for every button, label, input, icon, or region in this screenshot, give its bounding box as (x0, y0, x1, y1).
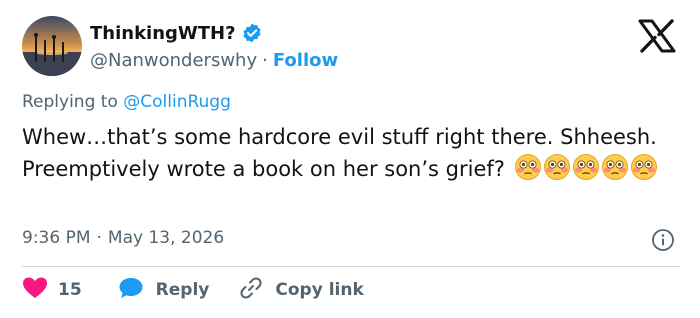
flushed-face-emoji-icon (601, 154, 628, 180)
display-name[interactable]: ThinkingWTH? (90, 23, 236, 44)
copy-link-button[interactable]: Copy link (239, 276, 364, 305)
reply-label: Reply (155, 280, 210, 300)
author-handle-row: @Nanwonderswhy · Follow (90, 48, 338, 72)
action-bar: 15 Reply Copy link (22, 276, 364, 304)
reply-bubble-icon (118, 276, 144, 305)
flushed-face-emoji-icon (543, 154, 570, 180)
reply-prefix: Replying to (22, 92, 118, 112)
reply-button[interactable]: Reply (118, 276, 210, 305)
flushed-face-emoji-icon (514, 154, 541, 180)
copy-link-label: Copy link (275, 280, 364, 300)
x-logo-icon[interactable] (638, 19, 676, 53)
tweet-timestamp[interactable]: 9:36 PM · May 13, 2026 (22, 228, 224, 248)
reply-mention-link[interactable]: @CollinRugg (123, 92, 231, 112)
avatar-image (22, 16, 82, 76)
time-separator: · (96, 228, 102, 248)
reply-context: Replying to @CollinRugg (22, 92, 231, 112)
link-icon (239, 276, 263, 305)
follow-button[interactable]: Follow (273, 50, 338, 71)
tweet-date: May 13, 2026 (107, 228, 225, 248)
info-icon[interactable] (651, 228, 675, 252)
avatar[interactable] (22, 16, 82, 76)
author-name-row[interactable]: ThinkingWTH? (90, 21, 263, 45)
divider (22, 266, 680, 267)
flushed-face-emoji-icon (630, 154, 657, 180)
flushed-face-emoji-icon (572, 154, 599, 180)
verified-badge-icon (241, 22, 263, 44)
heart-icon (22, 276, 48, 305)
handle-separator: · (262, 49, 268, 71)
tweet-text: Whew…that’s some hardcore evil stuff rig… (22, 122, 692, 185)
tweet-time: 9:36 PM (22, 228, 91, 248)
author-handle[interactable]: @Nanwonderswhy (90, 50, 257, 71)
like-button[interactable]: 15 (22, 276, 82, 305)
like-count: 15 (58, 280, 82, 300)
emoji-group (514, 153, 658, 181)
